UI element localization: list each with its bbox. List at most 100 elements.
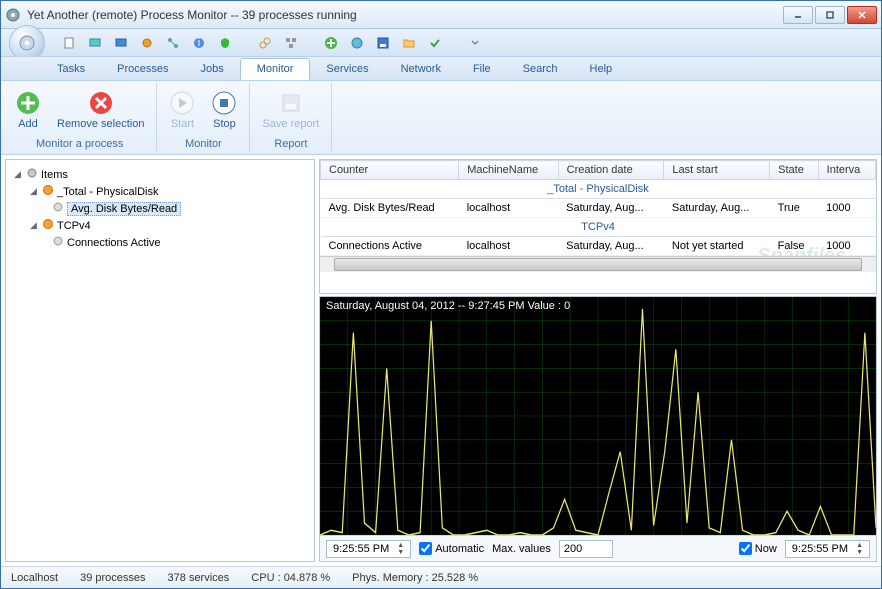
status-memory: Phys. Memory : 25.528 % <box>352 572 478 584</box>
menu-tasks[interactable]: Tasks <box>41 59 101 79</box>
app-menu-button[interactable] <box>9 25 45 61</box>
grid-group-row[interactable]: _Total - PhysicalDisk <box>321 180 876 199</box>
tree-label: TCPv4 <box>57 220 91 232</box>
automatic-checkbox[interactable]: Automatic <box>419 542 484 555</box>
titlebar: Yet Another (remote) Process Monitor -- … <box>1 1 881 29</box>
performance-chart[interactable]: Saturday, August 04, 2012 -- 9:27:45 PM … <box>320 297 876 535</box>
qt-shield-icon[interactable] <box>215 33 235 53</box>
tree-item[interactable]: ◢ _Total - PhysicalDisk <box>12 183 308 200</box>
col-machine[interactable]: MachineName <box>459 161 558 180</box>
menu-jobs[interactable]: Jobs <box>184 59 239 79</box>
ribbon-group-label: Monitor <box>185 137 222 152</box>
tree-item-selected[interactable]: Avg. Disk Bytes/Read <box>12 200 308 217</box>
ribbon-group-monitor: Start Stop Monitor <box>157 83 250 152</box>
tree-root[interactable]: ◢ Items <box>12 166 308 183</box>
save-report-button[interactable]: Save report <box>256 88 325 132</box>
tree-label: Connections Active <box>67 237 161 249</box>
qt-gear-icon[interactable] <box>137 33 157 53</box>
category-icon <box>42 184 54 199</box>
menu-network[interactable]: Network <box>385 59 457 79</box>
col-interval[interactable]: Interva <box>818 161 875 180</box>
time-start-spinner[interactable]: 9:25:55 PM ▲▼ <box>326 540 411 558</box>
status-processes: 39 processes <box>80 572 145 584</box>
tree-label: Items <box>41 169 68 181</box>
col-state[interactable]: State <box>770 161 819 180</box>
save-icon <box>278 90 304 116</box>
tree-item[interactable]: Connections Active <box>12 234 308 251</box>
play-icon <box>169 90 195 116</box>
max-values-label: Max. values <box>492 543 551 555</box>
maximize-button[interactable] <box>815 6 845 24</box>
col-counter[interactable]: Counter <box>321 161 459 180</box>
collapse-icon[interactable]: ◢ <box>12 169 23 180</box>
counter-grid[interactable]: Snapfiles Counter MachineName Creation d… <box>319 159 877 294</box>
ribbon-group-process: Add Remove selection Monitor a process <box>3 83 157 152</box>
qt-screen-icon[interactable] <box>85 33 105 53</box>
gear-icon <box>26 167 38 182</box>
qt-network-icon[interactable] <box>163 33 183 53</box>
chart-timestamp-label: Saturday, August 04, 2012 -- 9:27:45 PM … <box>326 300 570 312</box>
qt-doc-icon[interactable] <box>59 33 79 53</box>
qt-save-icon[interactable] <box>373 33 393 53</box>
collapse-icon[interactable]: ◢ <box>28 220 39 231</box>
qt-connect-icon[interactable] <box>255 33 275 53</box>
time-end-spinner[interactable]: 9:25:55 PM ▲▼ <box>785 540 870 558</box>
ribbon: Add Remove selection Monitor a process S… <box>1 81 881 155</box>
scrollbar-thumb[interactable] <box>334 258 862 271</box>
qt-monitor-icon[interactable] <box>111 33 131 53</box>
svg-text:i: i <box>198 37 200 49</box>
minimize-button[interactable] <box>783 6 813 24</box>
max-values-input[interactable] <box>559 540 613 558</box>
close-button[interactable] <box>847 6 877 24</box>
collapse-icon[interactable]: ◢ <box>28 186 39 197</box>
chart-panel: Saturday, August 04, 2012 -- 9:27:45 PM … <box>319 296 877 562</box>
status-cpu: CPU : 04.878 % <box>251 572 330 584</box>
start-button[interactable]: Start <box>163 88 201 132</box>
tree-view[interactable]: ◢ Items ◢ _Total - PhysicalDisk Avg. Dis… <box>5 159 315 562</box>
table-row[interactable]: Connections Active localhost Saturday, A… <box>321 237 876 256</box>
add-button[interactable]: Add <box>9 88 47 132</box>
menubar: Tasks Processes Jobs Monitor Services Ne… <box>1 57 881 81</box>
tree-label: Avg. Disk Bytes/Read <box>67 202 181 216</box>
qt-folder-icon[interactable] <box>399 33 419 53</box>
spinner-arrows-icon[interactable]: ▲▼ <box>852 542 867 556</box>
grid-group-row[interactable]: TCPv4 <box>321 218 876 237</box>
menu-services[interactable]: Services <box>310 59 384 79</box>
counter-icon <box>52 235 64 250</box>
qt-info-icon[interactable]: i <box>189 33 209 53</box>
now-checkbox[interactable]: Now <box>739 542 777 555</box>
qt-add-icon[interactable] <box>321 33 341 53</box>
grid-header-row: Counter MachineName Creation date Last s… <box>321 161 876 180</box>
ribbon-group-label: Monitor a process <box>36 137 123 152</box>
tree-label: _Total - PhysicalDisk <box>57 186 158 198</box>
menu-search[interactable]: Search <box>507 59 574 79</box>
table-row[interactable]: Avg. Disk Bytes/Read localhost Saturday,… <box>321 199 876 218</box>
menu-help[interactable]: Help <box>574 59 629 79</box>
col-creation[interactable]: Creation date <box>558 161 664 180</box>
tree-item[interactable]: ◢ TCPv4 <box>12 217 308 234</box>
stop-icon <box>211 90 237 116</box>
qt-globe-icon[interactable] <box>347 33 367 53</box>
status-services: 378 services <box>168 572 230 584</box>
chart-controls: 9:25:55 PM ▲▼ Automatic Max. values Now <box>320 535 876 561</box>
app-window: Yet Another (remote) Process Monitor -- … <box>0 0 882 589</box>
menu-processes[interactable]: Processes <box>101 59 184 79</box>
menu-monitor[interactable]: Monitor <box>240 58 311 80</box>
col-laststart[interactable]: Last start <box>664 161 770 180</box>
qt-hosts-icon[interactable] <box>281 33 301 53</box>
remove-icon <box>88 90 114 116</box>
qt-dropdown-arrow-icon[interactable] <box>465 33 485 53</box>
horizontal-scrollbar[interactable] <box>320 256 876 272</box>
spinner-arrows-icon[interactable]: ▲▼ <box>393 542 408 556</box>
right-pane: Snapfiles Counter MachineName Creation d… <box>319 159 877 562</box>
remove-button[interactable]: Remove selection <box>51 88 150 132</box>
category-icon <box>42 218 54 233</box>
qt-check-icon[interactable] <box>425 33 445 53</box>
app-icon <box>5 7 21 23</box>
window-title: Yet Another (remote) Process Monitor -- … <box>27 8 781 22</box>
status-host: Localhost <box>11 572 58 584</box>
content-area: ◢ Items ◢ _Total - PhysicalDisk Avg. Dis… <box>1 155 881 566</box>
add-icon <box>15 90 41 116</box>
menu-file[interactable]: File <box>457 59 507 79</box>
stop-button[interactable]: Stop <box>205 88 243 132</box>
